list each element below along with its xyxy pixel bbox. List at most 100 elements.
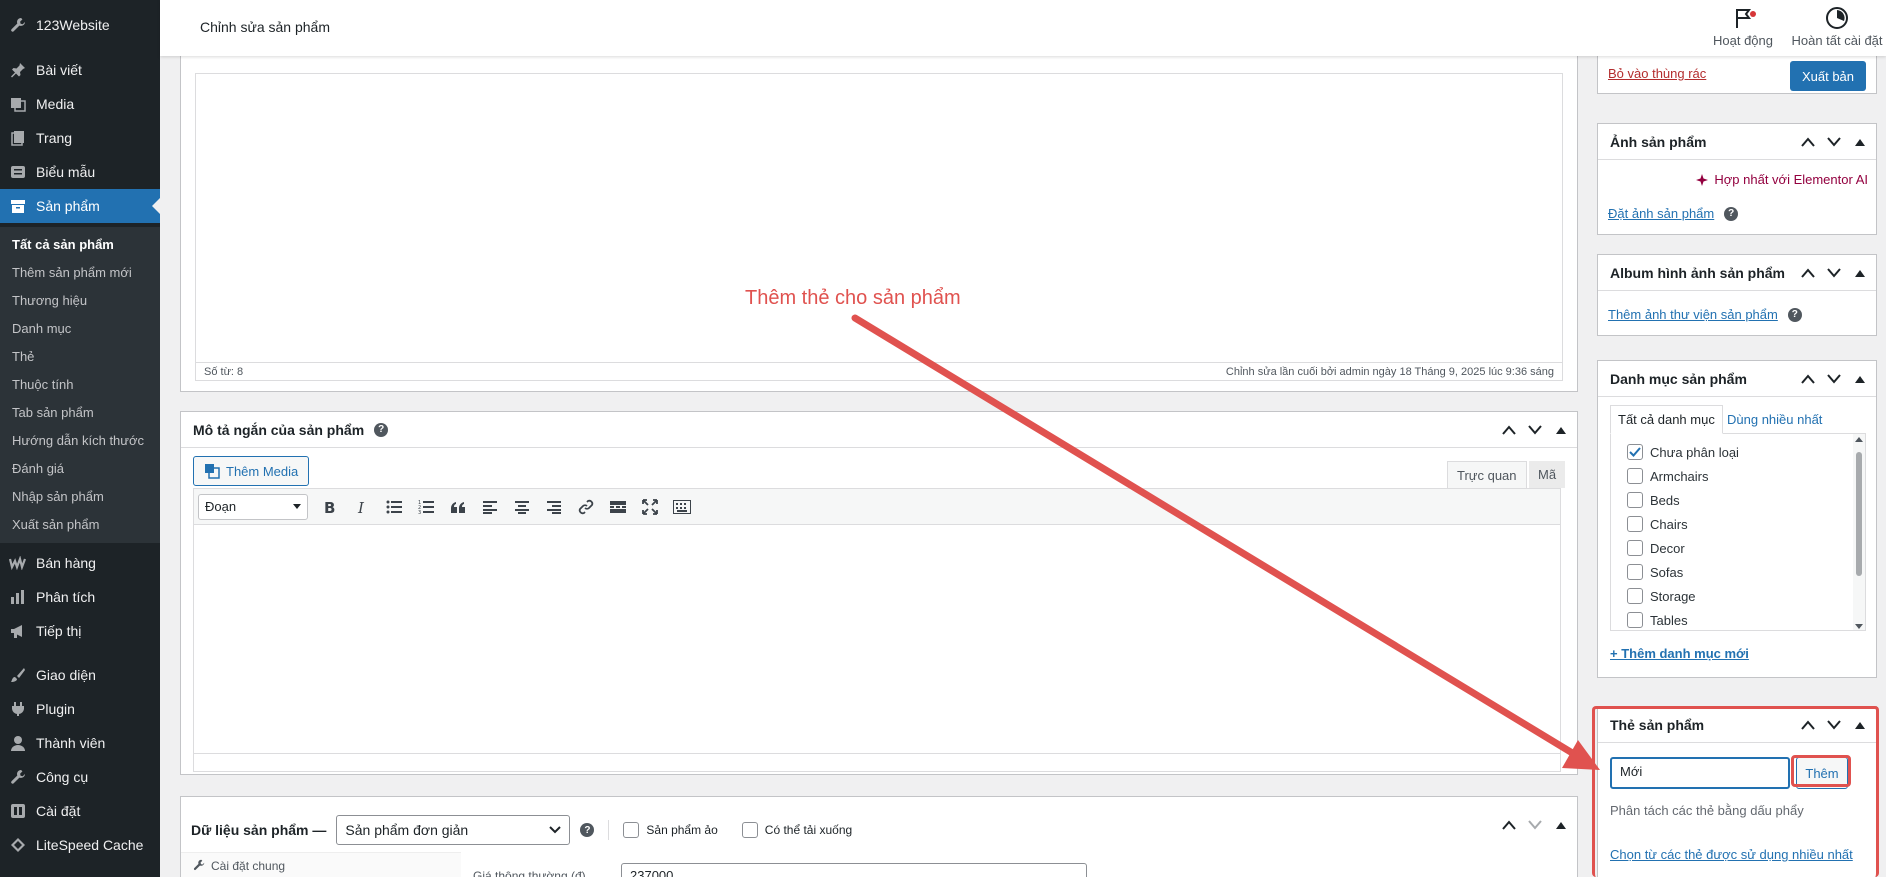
content-editor-area[interactable]: [195, 73, 1563, 363]
category-item[interactable]: Decor: [1627, 540, 1685, 556]
keyboard-icon[interactable]: [666, 493, 698, 521]
downloadable-checkbox[interactable]: Có thể tải xuống: [741, 822, 852, 838]
category-item[interactable]: Sofas: [1627, 564, 1683, 580]
fullscreen-icon[interactable]: [634, 493, 666, 521]
menu-plugins[interactable]: Plugin: [0, 692, 160, 726]
toggle-icon[interactable]: [1852, 371, 1868, 387]
add-tag-button[interactable]: Thêm: [1796, 757, 1848, 789]
category-item[interactable]: Chưa phân loại: [1627, 444, 1739, 460]
align-left-icon[interactable]: [474, 493, 506, 521]
move-down-icon[interactable]: [1527, 817, 1543, 833]
toggle-icon[interactable]: [1553, 817, 1569, 833]
publish-button[interactable]: Xuất bản: [1790, 61, 1866, 91]
menu-pages[interactable]: Trang: [0, 121, 160, 155]
italic-icon[interactable]: I: [346, 493, 378, 521]
menu-posts[interactable]: Bài viết: [0, 53, 160, 87]
move-down-icon[interactable]: [1826, 371, 1842, 387]
menu-appearance[interactable]: Giao diện: [0, 658, 160, 692]
add-gallery-images-link[interactable]: Thêm ảnh thư viện sản phẩm: [1608, 307, 1778, 322]
move-up-icon[interactable]: [1800, 717, 1816, 733]
products-submenu: Tất cả sản phẩm Thêm sản phẩm mới Thương…: [0, 227, 160, 543]
menu-marketing[interactable]: Tiếp thị: [0, 614, 160, 648]
menu-sales[interactable]: Bán hàng: [0, 546, 160, 580]
menu-analytics[interactable]: Phân tích: [0, 580, 160, 614]
help-icon[interactable]: ?: [1724, 206, 1739, 221]
bold-icon[interactable]: B: [314, 493, 346, 521]
link-icon[interactable]: [570, 493, 602, 521]
move-down-icon[interactable]: [1826, 265, 1842, 281]
numbered-list-icon[interactable]: 123: [410, 493, 442, 521]
set-image-row: Đặt ảnh sản phẩm ?: [1608, 206, 1739, 221]
category-item[interactable]: Tables: [1627, 612, 1688, 628]
submenu-product-tabs[interactable]: Tab sản phẩm: [12, 405, 94, 420]
menu-products[interactable]: Sản phẩm: [0, 189, 160, 223]
help-icon[interactable]: ?: [374, 422, 389, 437]
tab-most-used-categories[interactable]: Dùng nhiều nhất: [1727, 412, 1822, 427]
align-center-icon[interactable]: [506, 493, 538, 521]
virtual-checkbox[interactable]: Sản phẩm ảo: [623, 822, 718, 838]
category-item[interactable]: Beds: [1627, 492, 1680, 508]
submenu-categories[interactable]: Danh mục: [12, 321, 71, 336]
menu-media[interactable]: Media: [0, 87, 160, 121]
move-up-icon[interactable]: [1800, 371, 1816, 387]
submenu-brands[interactable]: Thương hiệu: [12, 293, 87, 308]
quote-icon[interactable]: [442, 493, 474, 521]
move-down-icon[interactable]: [1527, 422, 1543, 438]
product-type-select[interactable]: Sản phẩm đơn giản: [336, 815, 571, 845]
toggle-icon[interactable]: [1852, 265, 1868, 281]
category-item[interactable]: Storage: [1627, 588, 1696, 604]
tab-all-categories[interactable]: Tất cả danh mục: [1610, 405, 1723, 434]
help-icon[interactable]: ?: [580, 823, 595, 837]
help-icon[interactable]: ?: [1787, 307, 1802, 322]
menu-settings[interactable]: Cài đặt: [0, 794, 160, 828]
category-item[interactable]: Chairs: [1627, 516, 1688, 532]
category-item[interactable]: Armchairs: [1627, 468, 1709, 484]
tab-code[interactable]: Mã: [1529, 461, 1566, 488]
submenu-all-products[interactable]: Tất cả sản phẩm: [12, 237, 114, 252]
flag-icon: [1731, 6, 1755, 30]
elementor-ai-link[interactable]: Hợp nhất với Elementor AI: [1696, 172, 1868, 187]
toggle-icon[interactable]: [1852, 134, 1868, 150]
submenu-reviews[interactable]: Đánh giá: [12, 461, 64, 476]
move-down-icon[interactable]: [1826, 134, 1842, 150]
add-new-category-link[interactable]: + Thêm danh mục mới: [1610, 646, 1749, 661]
submenu-size-guide[interactable]: Hướng dẫn kích thước: [12, 433, 144, 448]
activity-button[interactable]: Hoạt động: [1703, 6, 1783, 48]
menu-litespeed[interactable]: LiteSpeed Cache: [0, 828, 160, 862]
submenu-export[interactable]: Xuất sản phẩm: [12, 517, 99, 532]
format-select[interactable]: Đoạn: [198, 493, 308, 520]
product-gallery-box: Album hình ảnh sản phẩm Thêm ảnh thư việ…: [1597, 254, 1877, 336]
move-down-icon[interactable]: [1826, 717, 1842, 733]
product-data-title: Dữ liệu sản phẩm —: [191, 822, 327, 838]
tab-visual[interactable]: Trực quan: [1447, 461, 1527, 488]
bullet-list-icon[interactable]: [378, 493, 410, 521]
toggle-icon[interactable]: [1553, 422, 1569, 438]
tag-input[interactable]: Mới: [1610, 757, 1790, 789]
add-media-button[interactable]: Thêm Media: [193, 456, 310, 486]
regular-price-input[interactable]: 237000: [621, 863, 1087, 877]
site-name-link[interactable]: 123Website: [0, 8, 160, 42]
choose-popular-tags-link[interactable]: Chọn từ các thẻ được sử dụng nhiều nhất: [1610, 847, 1853, 862]
align-right-icon[interactable]: [538, 493, 570, 521]
finish-setup-button[interactable]: Hoàn tất cài đặt: [1788, 6, 1886, 48]
read-more-icon[interactable]: [602, 493, 634, 521]
submenu-attributes[interactable]: Thuộc tính: [12, 377, 73, 392]
submenu-import[interactable]: Nhập sản phẩm: [12, 489, 104, 504]
submenu-tags[interactable]: Thẻ: [12, 349, 34, 364]
menu-users[interactable]: Thành viên: [0, 726, 160, 760]
move-up-icon[interactable]: [1501, 817, 1517, 833]
move-up-icon[interactable]: [1501, 422, 1517, 438]
media-icon: [9, 95, 27, 113]
move-up-icon[interactable]: [1800, 265, 1816, 281]
submenu-add-new[interactable]: Thêm sản phẩm mới: [12, 265, 132, 280]
user-icon: [9, 734, 27, 752]
category-scrollbar[interactable]: [1853, 434, 1865, 630]
move-to-trash-link[interactable]: Bỏ vào thùng rác: [1608, 66, 1706, 81]
brush-icon: [9, 666, 27, 684]
menu-tools[interactable]: Công cụ: [0, 760, 160, 794]
set-product-image-link[interactable]: Đặt ảnh sản phẩm: [1608, 206, 1714, 221]
tab-general[interactable]: Cài đặt chung: [181, 852, 461, 877]
menu-forms[interactable]: Biểu mẫu: [0, 155, 160, 189]
move-up-icon[interactable]: [1800, 134, 1816, 150]
toggle-icon[interactable]: [1852, 717, 1868, 733]
